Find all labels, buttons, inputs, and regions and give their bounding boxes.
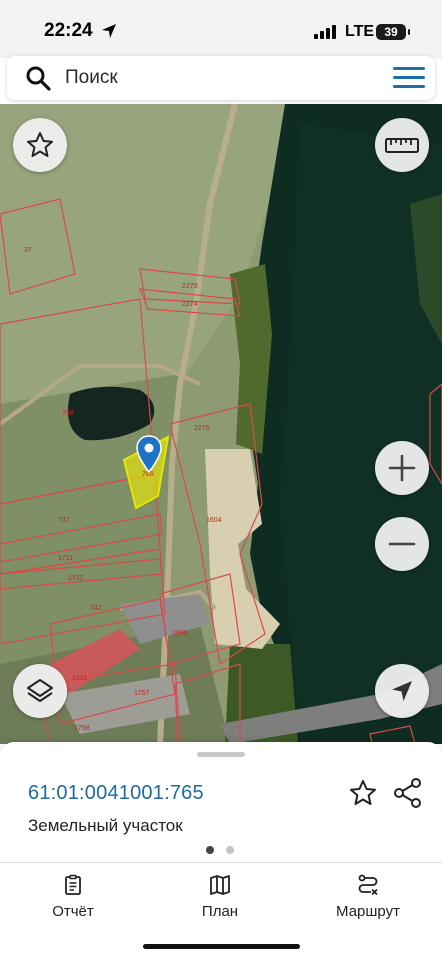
parcel-type: Земельный участок bbox=[28, 816, 183, 835]
parcel-label: 1996 bbox=[172, 630, 188, 637]
parcel-label: 1712 bbox=[68, 575, 84, 582]
layers-icon bbox=[27, 679, 53, 702]
star-icon bbox=[27, 132, 53, 157]
page-dot-active bbox=[206, 846, 214, 854]
locate-button[interactable] bbox=[375, 664, 429, 718]
parcel-label: 1757 bbox=[134, 690, 150, 697]
search-icon[interactable] bbox=[25, 65, 51, 91]
nav-plan[interactable]: План bbox=[165, 873, 275, 920]
parcel-label: 737 bbox=[58, 517, 70, 524]
menu-icon[interactable] bbox=[393, 67, 425, 89]
cadastral-number[interactable]: 61:01:0041001:765 bbox=[28, 782, 204, 805]
route-icon bbox=[358, 874, 378, 896]
search-input[interactable] bbox=[65, 64, 365, 92]
status-time: 22:24 bbox=[44, 20, 93, 41]
location-arrow-icon bbox=[102, 24, 116, 38]
nav-route-label: Маршрут bbox=[336, 903, 400, 920]
network-type: LTE bbox=[345, 23, 375, 40]
plus-icon bbox=[388, 454, 416, 482]
sheet-handle[interactable] bbox=[197, 752, 245, 757]
parcel-label: 1511 bbox=[72, 675, 87, 682]
parcel-label: 742 bbox=[90, 605, 102, 612]
map-view[interactable]: 37 2273 2274 738 2275 765 737 1604 1711 … bbox=[0, 104, 442, 744]
parcel-label: 2273 bbox=[182, 283, 198, 290]
parcel-label: 738 bbox=[62, 410, 74, 417]
navigation-arrow-icon bbox=[392, 681, 412, 701]
signal-icon bbox=[314, 25, 336, 39]
parcel-info-sheet[interactable]: 61:01:0041001:765 Земельный участок bbox=[0, 742, 442, 862]
parcel-label: 1758 bbox=[74, 725, 90, 732]
report-icon bbox=[65, 874, 81, 895]
ruler-button[interactable] bbox=[375, 118, 429, 172]
home-indicator bbox=[143, 944, 300, 949]
satellite-map[interactable]: 37 2273 2274 738 2275 765 737 1604 1711 … bbox=[0, 104, 442, 744]
parcel-label: 2274 bbox=[182, 301, 198, 308]
favorite-map-button[interactable] bbox=[13, 118, 67, 172]
minus-icon bbox=[388, 542, 416, 546]
parcel-label: 37 bbox=[24, 247, 32, 254]
parcel-label: 2275 bbox=[194, 425, 210, 432]
page-dot bbox=[226, 846, 234, 854]
status-bar: 22:24 LTE 39 bbox=[0, 0, 442, 58]
nav-plan-label: План bbox=[201, 903, 239, 920]
layers-button[interactable] bbox=[13, 664, 67, 718]
zoom-in-button[interactable] bbox=[375, 441, 429, 495]
nav-report-label: Отчёт bbox=[52, 903, 94, 920]
page-indicator bbox=[206, 846, 238, 854]
battery-icon: 39 bbox=[376, 24, 410, 40]
map-pin-icon bbox=[136, 435, 162, 473]
map-icon bbox=[210, 875, 230, 895]
nav-report[interactable]: Отчёт bbox=[18, 873, 128, 920]
nav-route[interactable]: Маршрут bbox=[313, 873, 423, 920]
ruler-icon bbox=[385, 138, 419, 153]
parcel-label: 1604 bbox=[206, 517, 222, 524]
zoom-out-button[interactable] bbox=[375, 517, 429, 571]
favorite-button[interactable] bbox=[348, 778, 378, 808]
parcel-label: 1711 bbox=[58, 555, 73, 562]
search-bar bbox=[7, 56, 435, 100]
share-icon[interactable] bbox=[393, 777, 423, 809]
